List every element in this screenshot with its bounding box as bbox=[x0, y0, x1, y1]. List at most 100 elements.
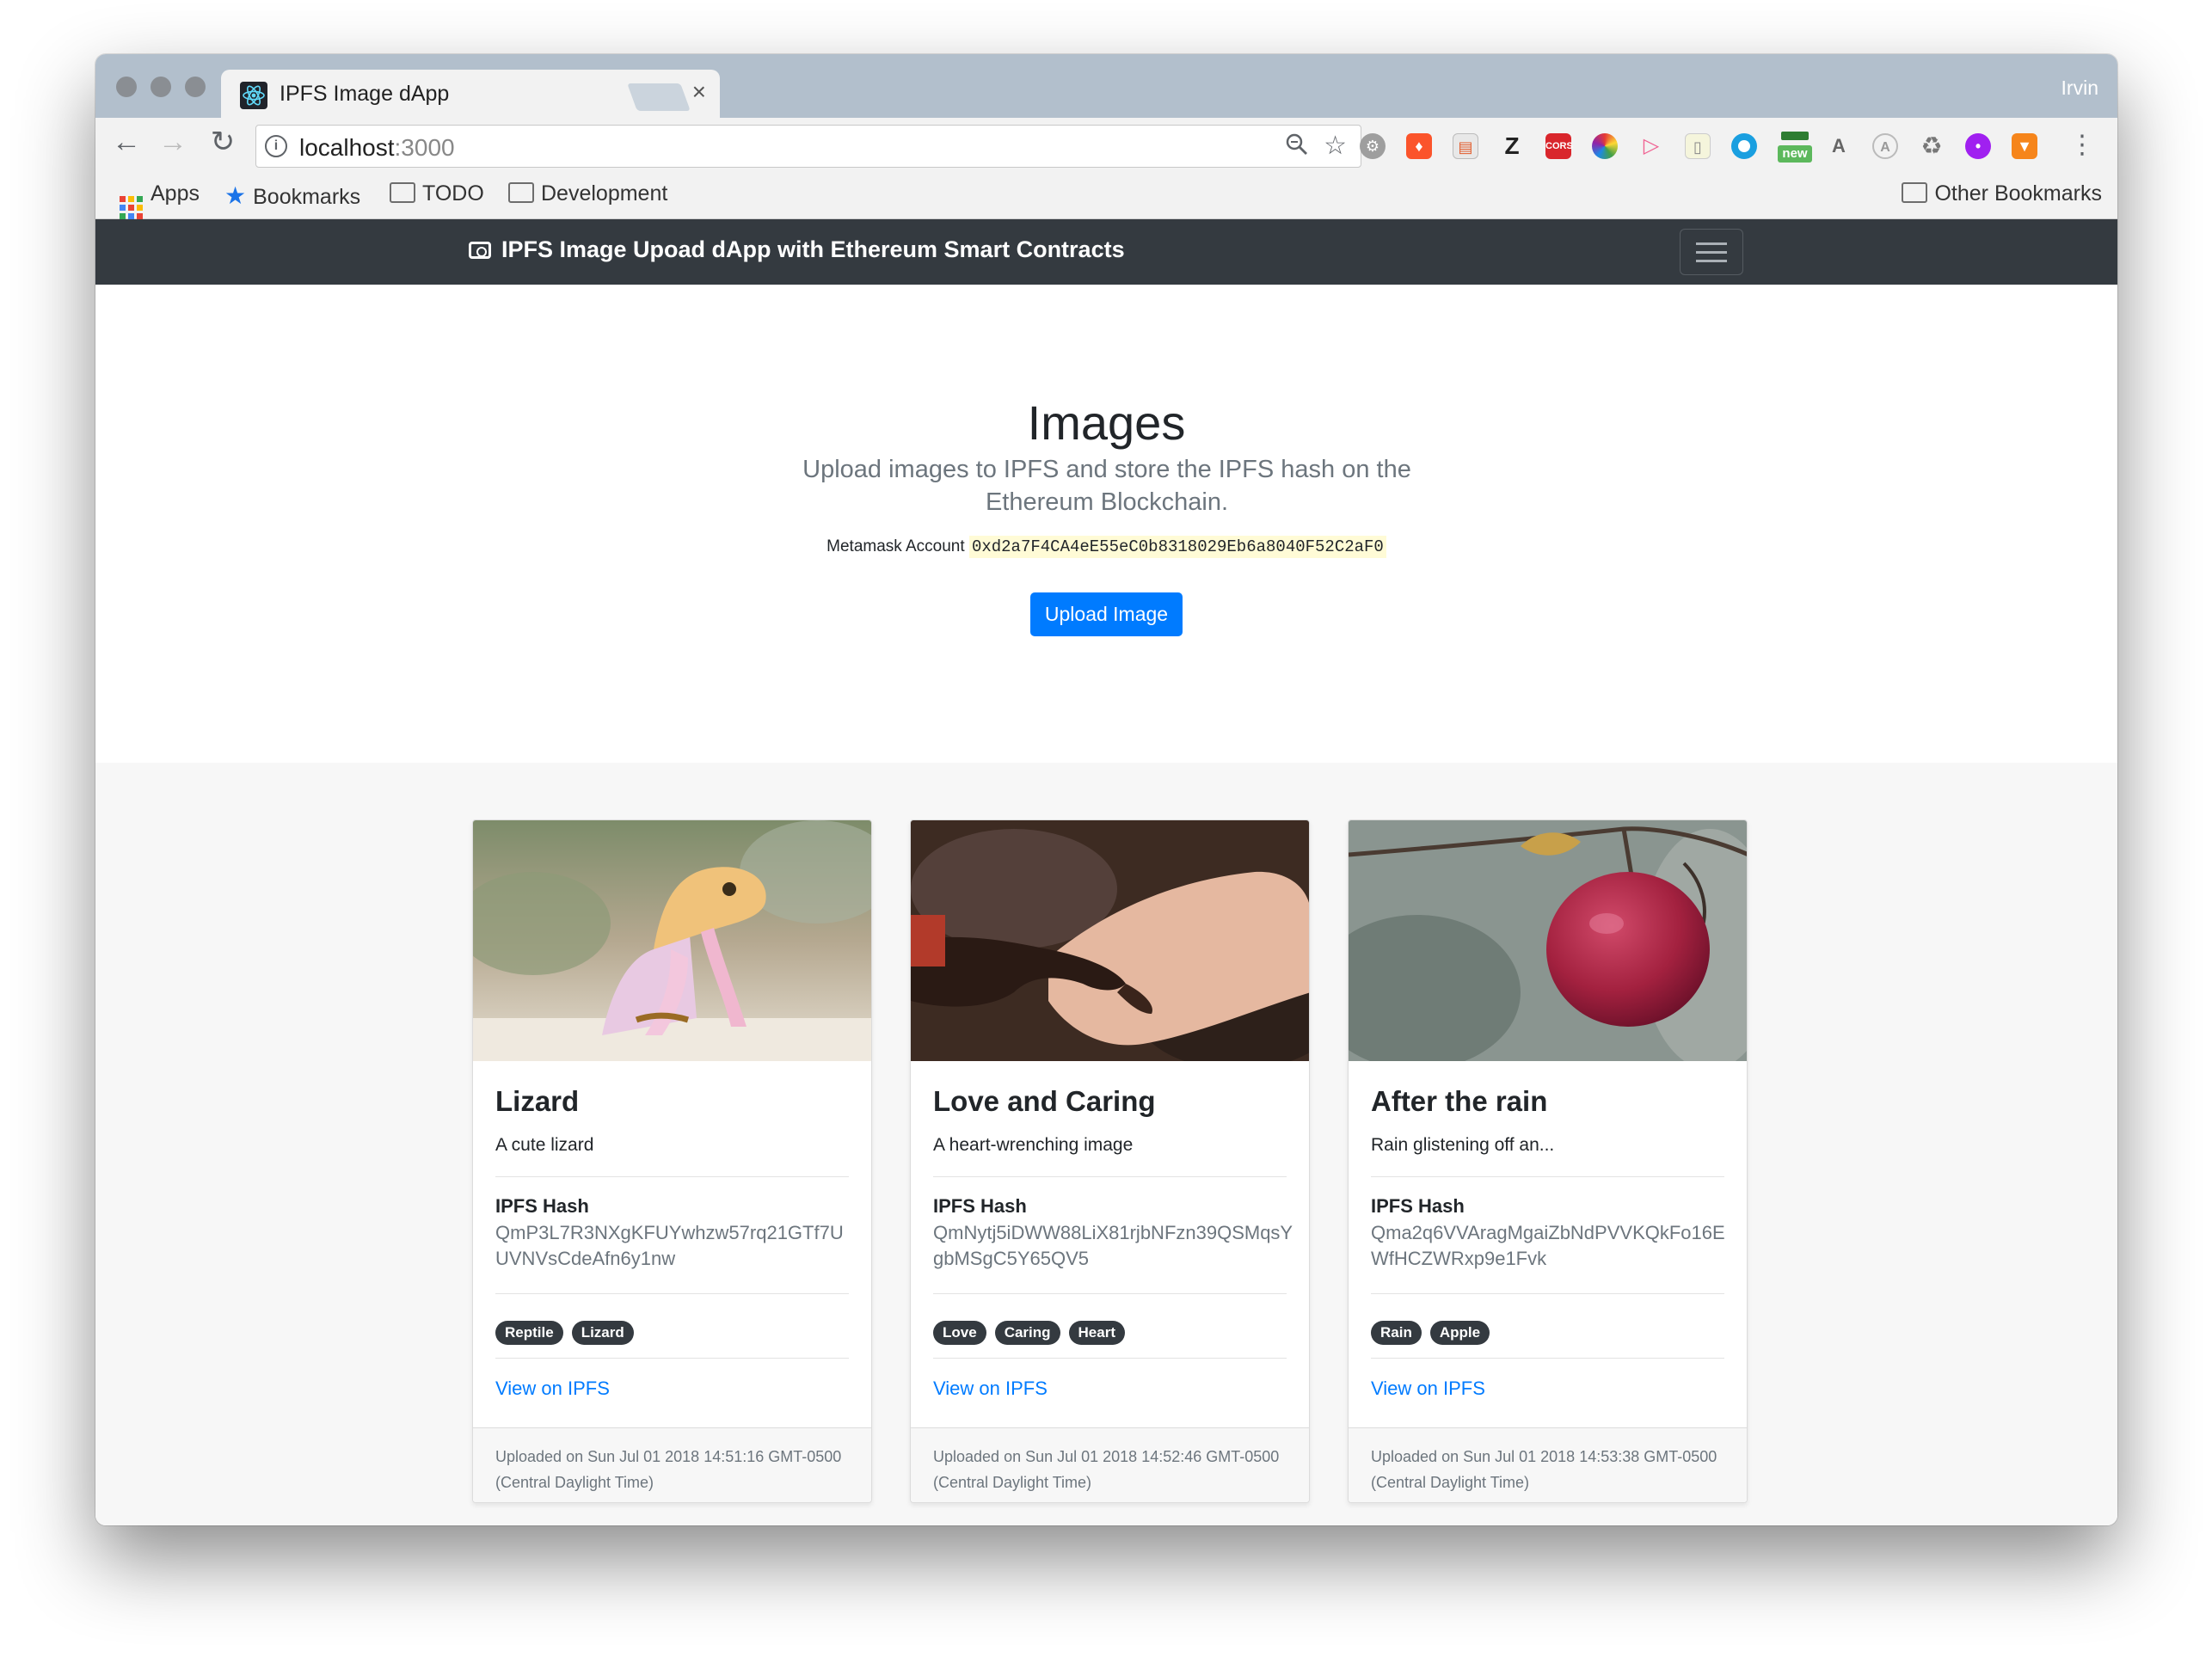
cors-extension-icon[interactable]: CORS bbox=[1545, 133, 1573, 159]
color-wheel-extension-icon[interactable] bbox=[1592, 133, 1618, 159]
divider bbox=[933, 1293, 1287, 1294]
hash-label: IPFS Hash bbox=[933, 1195, 1027, 1217]
card-title: Love and Caring bbox=[933, 1085, 1156, 1117]
tag-badge: Love bbox=[933, 1321, 986, 1345]
tag-list: Rain Apple bbox=[1371, 1321, 1490, 1345]
tag-badge: Caring bbox=[994, 1321, 1060, 1345]
folder-icon bbox=[1902, 182, 1928, 203]
video-extension-icon[interactable]: ▷ bbox=[1638, 133, 1664, 159]
navbar-toggler-button[interactable] bbox=[1680, 229, 1743, 275]
tag-list: Love Caring Heart bbox=[933, 1321, 1125, 1345]
divider bbox=[933, 1358, 1287, 1359]
lizard-image bbox=[473, 820, 871, 1061]
view-on-ipfs-link[interactable]: View on IPFS bbox=[1371, 1378, 1485, 1400]
hash-label: IPFS Hash bbox=[1371, 1195, 1465, 1217]
tag-badge: Apple bbox=[1429, 1321, 1490, 1345]
divider bbox=[495, 1293, 849, 1294]
apple-image bbox=[1349, 820, 1747, 1070]
document-extension-icon[interactable]: ▯ bbox=[1685, 133, 1711, 159]
circle-extension-icon[interactable] bbox=[1731, 133, 1757, 159]
metamask-account: Metamask Account 0xd2a7F4CA4eE55eC0b8318… bbox=[95, 536, 2117, 558]
divider bbox=[933, 1176, 1287, 1177]
camera-icon bbox=[469, 242, 491, 259]
brave-extension-icon[interactable]: ♦ bbox=[1406, 133, 1432, 159]
account-address: 0xd2a7F4CA4eE55eC0b8318029Eb6a8040F52C2a… bbox=[968, 536, 1386, 558]
bookmark-apps[interactable]: Apps bbox=[120, 181, 200, 219]
image-card: Lizard A cute lizard IPFS Hash QmP3L7R3N… bbox=[472, 819, 872, 1503]
upload-image-button[interactable]: Upload Image bbox=[1030, 592, 1183, 636]
card-description: A cute lizard bbox=[495, 1135, 594, 1155]
tag-badge: Heart bbox=[1068, 1321, 1125, 1345]
divider bbox=[1371, 1358, 1724, 1359]
hash-label: IPFS Hash bbox=[495, 1195, 589, 1217]
bookmark-folder-other[interactable]: Other Bookmarks bbox=[1902, 181, 2102, 206]
view-on-ipfs-link[interactable]: View on IPFS bbox=[495, 1378, 610, 1400]
image-card: Love and Caring A heart-wrenching image … bbox=[910, 819, 1310, 1503]
bookmark-bookmarks[interactable]: ★ Bookmarks bbox=[224, 181, 360, 210]
star-icon: ★ bbox=[224, 182, 247, 209]
page-title: Images bbox=[1027, 396, 1186, 450]
close-window-button[interactable] bbox=[116, 77, 137, 97]
tag-badge: Lizard bbox=[571, 1321, 634, 1345]
card-footer: Uploaded on Sun Jul 01 2018 14:52:46 GMT… bbox=[911, 1427, 1309, 1502]
recycle-extension-icon[interactable]: ♻ bbox=[1919, 133, 1945, 159]
ipfs-hash: QmNytj5iDWW88LiX81rjbNFzn39QSMqsYgbMSgC5… bbox=[933, 1222, 1293, 1269]
maximize-window-button[interactable] bbox=[185, 77, 206, 97]
hamburger-icon bbox=[1696, 242, 1727, 245]
react-icon bbox=[240, 82, 267, 109]
metamask-fox-icon[interactable]: ▼ bbox=[2012, 133, 2037, 159]
lead-text: Upload images to IPFS and store the IPFS… bbox=[802, 456, 1411, 516]
tag-badge: Rain bbox=[1371, 1321, 1422, 1345]
divider bbox=[1371, 1293, 1724, 1294]
tab-title: IPFS Image dApp bbox=[280, 82, 450, 106]
minimize-window-button[interactable] bbox=[151, 77, 171, 97]
bookmark-star-icon[interactable]: ☆ bbox=[1324, 131, 1347, 161]
url-text: localhost:3000 bbox=[299, 134, 455, 161]
bookmark-folder-todo[interactable]: TODO bbox=[390, 181, 484, 206]
card-footer: Uploaded on Sun Jul 01 2018 14:51:16 GMT… bbox=[473, 1427, 871, 1502]
new-tab-button[interactable] bbox=[627, 83, 691, 111]
card-description: Rain glistening off an... bbox=[1371, 1135, 1555, 1155]
back-arrow-icon[interactable]: ← bbox=[108, 123, 145, 161]
apps-grid-icon bbox=[120, 196, 144, 219]
ipfs-hash: QmP3L7R3NXgKFUYwhzw57rq21GTf7UUVNVsCdeAf… bbox=[495, 1222, 844, 1269]
bookmarks-bar: Apps ★ Bookmarks TODO Development Other B… bbox=[95, 171, 2117, 219]
folder-icon bbox=[390, 182, 415, 203]
tag-badge: Reptile bbox=[495, 1321, 563, 1345]
card-footer: Uploaded on Sun Jul 01 2018 14:53:38 GMT… bbox=[1349, 1427, 1747, 1502]
tab-close-icon[interactable]: × bbox=[692, 78, 706, 106]
navbar-brand[interactable]: IPFS Image Upoad dApp with Ethereum Smar… bbox=[469, 236, 1125, 263]
translate-extension-icon[interactable]: A bbox=[1826, 133, 1852, 159]
image-card: After the rain Rain glistening off an...… bbox=[1348, 819, 1748, 1503]
more-menu-icon[interactable]: ⋮ bbox=[2069, 130, 2095, 160]
card-title: Lizard bbox=[495, 1085, 580, 1117]
browser-window: IPFS Image dApp × Irvin ← → ↻ i localhos… bbox=[95, 54, 2117, 1525]
jumbotron: Images Upload images to IPFS and store t… bbox=[95, 285, 2117, 763]
settings-extension-icon[interactable]: ⚙ bbox=[1360, 133, 1386, 159]
divider bbox=[495, 1358, 849, 1359]
purple-extension-icon[interactable]: • bbox=[1965, 133, 1991, 159]
page-content: IPFS Image Upoad dApp with Ethereum Smar… bbox=[95, 219, 2117, 1525]
notes-extension-icon[interactable]: ▤ bbox=[1453, 133, 1478, 159]
card-description: A heart-wrenching image bbox=[933, 1135, 1134, 1155]
browser-toolbar: ← → ↻ i localhost:3000 ☆ ⚙ ♦ ▤ Z CORS ▷ … bbox=[95, 118, 2117, 171]
ipfs-hash: Qma2q6VVAragMgaiZbNdPVVKQkFo16EWfHCZWRxp… bbox=[1371, 1222, 1725, 1269]
forward-arrow-icon[interactable]: → bbox=[154, 123, 192, 161]
hands-image bbox=[911, 820, 1309, 1070]
folder-icon bbox=[508, 182, 534, 203]
a-circle-extension-icon[interactable]: A bbox=[1872, 133, 1898, 159]
image-album: Lizard A cute lizard IPFS Hash QmP3L7R3N… bbox=[95, 763, 2117, 1525]
new-extension-icon[interactable]: new bbox=[1778, 130, 1812, 164]
info-icon[interactable]: i bbox=[265, 135, 287, 157]
tab-strip: IPFS Image dApp × Irvin bbox=[95, 54, 2117, 120]
tag-list: Reptile Lizard bbox=[495, 1321, 634, 1345]
bookmark-folder-development[interactable]: Development bbox=[508, 181, 667, 206]
reload-icon[interactable]: ↻ bbox=[204, 123, 242, 161]
app-navbar: IPFS Image Upoad dApp with Ethereum Smar… bbox=[95, 219, 2117, 285]
zoom-icon[interactable] bbox=[1285, 132, 1309, 163]
view-on-ipfs-link[interactable]: View on IPFS bbox=[933, 1378, 1048, 1400]
profile-name[interactable]: Irvin bbox=[2061, 77, 2098, 100]
divider bbox=[495, 1176, 849, 1177]
z-extension-icon[interactable]: Z bbox=[1499, 133, 1525, 159]
address-bar[interactable]: i localhost:3000 ☆ bbox=[255, 125, 1361, 168]
